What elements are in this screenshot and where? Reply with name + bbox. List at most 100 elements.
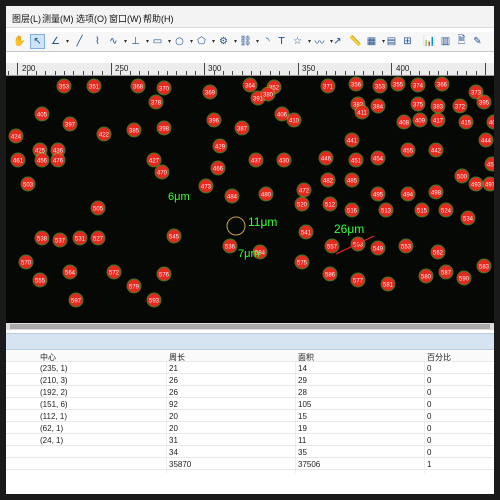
ruler-calibrate-icon[interactable]: 📏	[348, 34, 363, 49]
detected-cell[interactable]: 587	[438, 264, 454, 280]
detected-cell[interactable]: 513	[378, 202, 394, 218]
menu-measure[interactable]: 测量(M)	[42, 12, 74, 25]
detected-cell[interactable]: 562	[430, 244, 446, 260]
detected-cell[interactable]: 409	[486, 114, 495, 130]
detected-cell[interactable]: 396	[206, 112, 222, 128]
detected-cell[interactable]: 422	[96, 126, 112, 142]
detected-cell[interactable]: 410	[286, 112, 302, 128]
detected-cell[interactable]: 500	[454, 168, 470, 184]
detected-cell[interactable]: 397	[62, 116, 78, 132]
detected-cell[interactable]: 476	[50, 152, 66, 168]
detected-cell[interactable]: 408	[396, 114, 412, 130]
detected-cell[interactable]: 430	[276, 152, 292, 168]
rectangle-icon[interactable]: ▭	[150, 34, 171, 49]
detected-cell[interactable]: 415	[458, 114, 474, 130]
table-row[interactable]: (151, 6) 92 105 0	[6, 399, 494, 410]
detected-cell[interactable]: 536	[222, 238, 238, 254]
detected-cell[interactable]: 369	[202, 84, 218, 100]
menu-layers[interactable]: 图层(L)	[12, 12, 41, 25]
detected-cell[interactable]: 411	[354, 104, 370, 120]
detected-cell[interactable]: 473	[198, 178, 214, 194]
grid-icon[interactable]: ▦	[364, 34, 385, 49]
table-row[interactable]: 34 35 0	[6, 447, 494, 458]
detected-cell[interactable]: 580	[418, 268, 434, 284]
detected-cell[interactable]: 597	[68, 292, 84, 308]
microscopy-image-canvas[interactable]: 353 351 368 370 364 352 371 356 353 355 374 366 373 3…	[6, 76, 494, 323]
detected-cell[interactable]: 472	[296, 182, 312, 198]
polyline-icon[interactable]: ⌇	[90, 34, 105, 49]
detected-cell[interactable]: 527	[90, 230, 106, 246]
detected-cell[interactable]: 555	[32, 272, 48, 288]
link-icon[interactable]: ⛓	[238, 34, 259, 49]
table-row[interactable]: (24, 1) 31 11 0	[6, 435, 494, 446]
header-area[interactable]: 面积	[298, 352, 314, 363]
detected-cell[interactable]: 498	[428, 184, 444, 200]
detected-cell[interactable]: 442	[428, 142, 444, 158]
detected-cell[interactable]: 385	[126, 122, 142, 138]
detected-cell[interactable]: 375	[410, 96, 426, 112]
detected-cell[interactable]: 537	[52, 232, 68, 248]
detected-cell[interactable]: 368	[130, 78, 146, 94]
detected-cell[interactable]: 409	[412, 112, 428, 128]
circle-gear-icon[interactable]: ⚙	[216, 34, 237, 49]
detected-cell[interactable]: 549	[370, 240, 386, 256]
angle-icon[interactable]: ∠	[48, 34, 69, 49]
header-center[interactable]: 中心	[40, 352, 56, 363]
detected-cell[interactable]: 564	[62, 264, 78, 280]
table-row[interactable]: (192, 2) 26 28 0	[6, 387, 494, 398]
detected-cell[interactable]: 461	[10, 152, 26, 168]
arrow-icon[interactable]: ↗	[330, 34, 345, 49]
measure-table-icon[interactable]: ⊞	[400, 34, 415, 49]
detected-cell[interactable]: 480	[258, 186, 274, 202]
detected-cell[interactable]: 520	[294, 196, 310, 212]
detected-cell[interactable]: 372	[452, 98, 468, 114]
detected-cell[interactable]: 456	[34, 152, 50, 168]
detected-cell[interactable]: 545	[166, 228, 182, 244]
detected-cell[interactable]: 387	[234, 120, 250, 136]
detected-cell[interactable]: 457	[484, 156, 495, 172]
detected-cell[interactable]: 378	[148, 94, 164, 110]
header-perimeter[interactable]: 周长	[169, 352, 185, 363]
perpendicular-icon[interactable]: ⊥	[128, 34, 149, 49]
detected-cell[interactable]: 446	[318, 150, 334, 166]
detected-cell[interactable]: 355	[390, 76, 406, 92]
detected-cell[interactable]: 586	[322, 266, 338, 282]
detected-cell[interactable]: 380	[260, 86, 276, 102]
detected-cell[interactable]: 579	[126, 278, 142, 294]
detected-cell[interactable]: 398	[156, 120, 172, 136]
scrollbar-thumb[interactable]	[10, 324, 490, 329]
detected-cell[interactable]: 441	[344, 132, 360, 148]
table-row[interactable]: (62, 1) 20 19 0	[6, 423, 494, 434]
ellipse-icon[interactable]: ○	[172, 34, 193, 49]
detected-cell[interactable]: 497	[482, 176, 495, 192]
detected-cell[interactable]: 575	[294, 254, 310, 270]
detected-cell[interactable]: 590	[456, 270, 472, 286]
detected-cell[interactable]: 572	[106, 264, 122, 280]
detected-cell[interactable]: 485	[344, 172, 360, 188]
detected-cell[interactable]: 553	[398, 238, 414, 254]
curve-icon[interactable]: ∿	[106, 34, 127, 49]
line-icon[interactable]: ╱	[72, 34, 87, 49]
detected-cell[interactable]: 384	[370, 98, 386, 114]
wave-icon[interactable]: 〰	[312, 34, 334, 49]
detected-cell[interactable]: 493	[468, 176, 484, 192]
detected-cell[interactable]: 512	[322, 196, 338, 212]
detected-cell[interactable]: 370	[156, 80, 172, 96]
detected-cell[interactable]: 538	[34, 230, 50, 246]
detected-cell[interactable]: 524	[438, 202, 454, 218]
table-row[interactable]: (210, 3) 26 29 0	[6, 375, 494, 386]
detected-cell[interactable]: 577	[350, 272, 366, 288]
pan-hand-icon[interactable]: ✋	[12, 34, 27, 49]
detected-cell[interactable]: 484	[224, 188, 240, 204]
table-row[interactable]: (235, 1) 21 14 0	[6, 363, 494, 374]
detected-cell[interactable]: 494	[400, 186, 416, 202]
detected-cell[interactable]: 454	[370, 150, 386, 166]
detected-cell[interactable]: 395	[476, 94, 492, 110]
menu-options[interactable]: 选项(O)	[76, 12, 107, 25]
header-percent[interactable]: 百分比	[427, 352, 451, 363]
detected-cell[interactable]: 383	[430, 98, 446, 114]
detected-cell[interactable]: 581	[380, 276, 396, 292]
edit-icon[interactable]: ✎	[470, 34, 485, 49]
table-row-total[interactable]: 35870 37506 1	[6, 459, 494, 470]
horizontal-scrollbar[interactable]	[6, 323, 494, 330]
